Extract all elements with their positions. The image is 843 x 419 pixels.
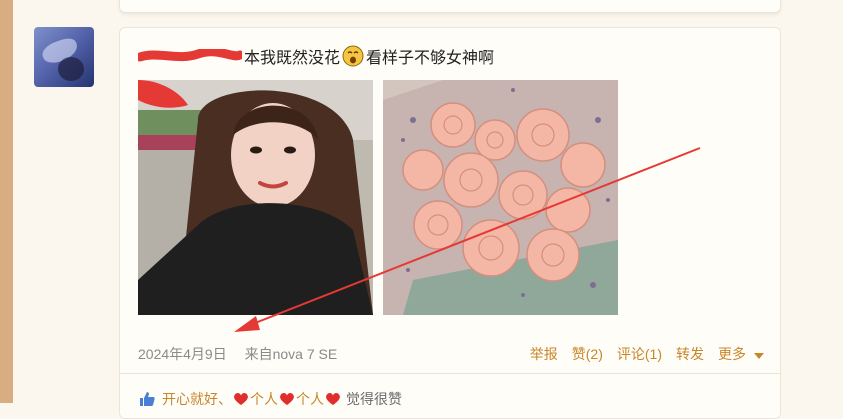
more-label: 更多 bbox=[718, 346, 746, 362]
repost-link[interactable]: 转发 bbox=[676, 344, 704, 364]
heart-icon bbox=[233, 392, 249, 406]
like-link[interactable]: 赞(2) bbox=[572, 344, 603, 364]
liker-name-2[interactable]: 个人 bbox=[250, 389, 278, 409]
avatar[interactable] bbox=[34, 27, 94, 87]
post-card: 本我既然没花 看样子不够女神啊 2024年4月9日 来自nova 7 SE 举报… bbox=[119, 27, 781, 419]
post-actions: 举报 赞(2) 评论(1) 转发 更多 bbox=[516, 344, 764, 364]
liker-name-3[interactable]: 个人 bbox=[296, 389, 324, 409]
thumbs-up-icon bbox=[138, 390, 156, 408]
left-strip bbox=[0, 0, 13, 403]
post-image-selfie[interactable] bbox=[138, 80, 373, 315]
liker-name-1[interactable]: 开心就好、 bbox=[162, 389, 232, 409]
post-text-part2: 看样子不够女神啊 bbox=[366, 50, 495, 67]
post-text-part1: 本我既然没花 bbox=[244, 50, 341, 67]
likes-summary: 开心就好、 个人 个人 觉得很赞 bbox=[138, 389, 402, 409]
avatar-shape bbox=[58, 57, 84, 81]
post-date: 2024年4月9日 bbox=[138, 346, 227, 362]
likes-suffix: 觉得很赞 bbox=[346, 391, 402, 407]
caret-down-icon bbox=[754, 353, 764, 359]
report-link[interactable]: 举报 bbox=[530, 344, 558, 364]
previous-post-card bbox=[119, 0, 781, 13]
more-dropdown[interactable]: 更多 bbox=[718, 344, 764, 364]
post-text: 本我既然没花 看样子不够女神啊 bbox=[138, 44, 494, 68]
heart-icon bbox=[279, 392, 295, 406]
redaction-mark bbox=[138, 49, 242, 63]
post-source: 来自nova 7 SE bbox=[244, 346, 338, 362]
comment-link[interactable]: 评论(1) bbox=[617, 344, 662, 364]
yawn-emoji-icon bbox=[342, 45, 364, 67]
post-meta: 2024年4月9日 来自nova 7 SE bbox=[138, 344, 351, 364]
divider bbox=[120, 373, 780, 374]
heart-icon bbox=[325, 392, 341, 406]
post-image-roses[interactable] bbox=[383, 80, 618, 315]
